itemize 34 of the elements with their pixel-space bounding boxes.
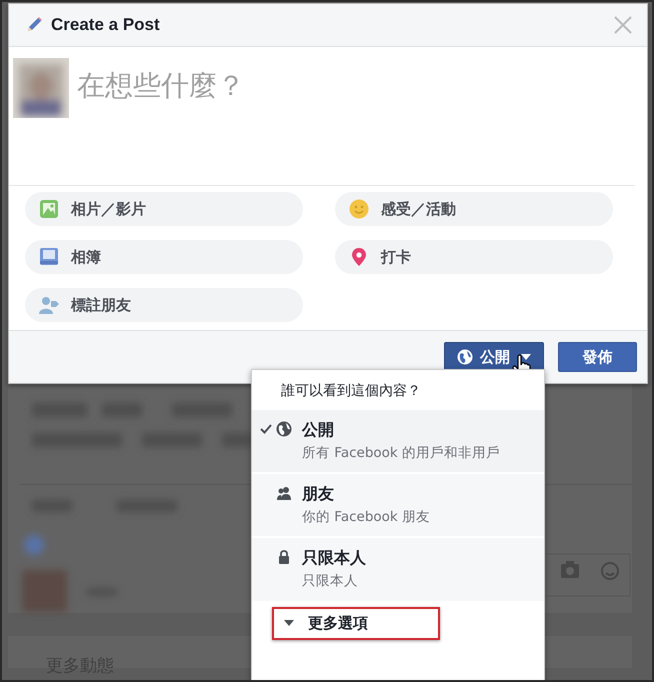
smiley-icon[interactable] xyxy=(601,562,619,580)
checkmark-icon xyxy=(260,424,272,434)
option-title: 公開 xyxy=(302,420,335,441)
smiley-icon xyxy=(349,199,369,219)
option-title: 只限本人 xyxy=(302,548,367,570)
post-option-button[interactable]: 打卡 xyxy=(335,240,613,274)
option-description: 你的 Facebook 朋友 xyxy=(302,508,432,526)
post-option-button[interactable]: 相簿 xyxy=(25,240,303,274)
audience-option[interactable]: 朋友 你的 Facebook 朋友 xyxy=(252,474,544,538)
caret-icon xyxy=(521,354,531,360)
dialog-title: Create a Post xyxy=(51,15,161,35)
menu-heading: 誰可以看到這個內容？ xyxy=(280,382,422,401)
camera-icon[interactable] xyxy=(561,561,579,578)
person-tag-icon xyxy=(39,295,59,315)
globe-icon xyxy=(276,421,292,437)
post-option-button[interactable]: 標註朋友 xyxy=(25,288,303,322)
lock-icon xyxy=(276,549,292,566)
audience-option[interactable]: 公開 所有 Facebook 的用戶和非用戶 xyxy=(252,410,544,474)
option-description: 所有 Facebook 的用戶和非用戶 xyxy=(302,444,502,462)
post-text-field[interactable]: 在想些什麼？ xyxy=(77,69,477,102)
post-option-button[interactable]: 相片／影片 xyxy=(25,192,303,226)
post-option-button[interactable]: 感受／活動 xyxy=(335,192,613,226)
image-icon xyxy=(39,199,59,219)
globe-icon xyxy=(457,349,473,365)
people-icon xyxy=(276,485,292,502)
photo-album-icon xyxy=(39,247,59,267)
pencil-icon xyxy=(25,16,43,34)
caret-icon xyxy=(284,620,294,626)
location-pin-icon xyxy=(349,247,369,267)
more-options-button[interactable]: 更多選項 xyxy=(274,608,378,638)
audience-option[interactable]: 只限本人 只限本人 xyxy=(252,538,544,603)
option-title: 朋友 xyxy=(302,484,335,506)
option-description: 只限本人 xyxy=(302,572,359,591)
post-button[interactable]: 發佈 xyxy=(558,342,637,372)
